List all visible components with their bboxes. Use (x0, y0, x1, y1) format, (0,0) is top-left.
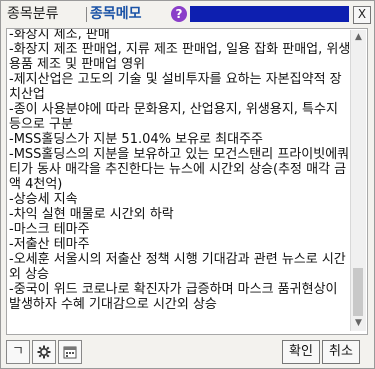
korean-input-button[interactable]: ㄱ (6, 340, 30, 364)
title-bar: 종목분류 종목메모 ? X (3, 3, 372, 25)
help-icon[interactable]: ? (171, 6, 187, 22)
stock-memo-window: 종목분류 종목메모 ? X -화장지 제조, 판매 -화장지 제조 판매업, 지… (0, 0, 375, 369)
bottom-toolbar: ㄱ 확인 취소 (6, 340, 368, 364)
gear-icon[interactable] (32, 340, 56, 364)
close-icon[interactable]: X (353, 6, 371, 24)
memo-textarea[interactable]: -화장지 제조, 판매 -화장지 제조 판매업, 지류 제조 판매업, 일용 잡… (6, 28, 368, 335)
title-highlight-bar (190, 6, 349, 22)
ok-button[interactable]: 확인 (282, 340, 320, 364)
tab-stock-category[interactable]: 종목분류 (3, 5, 63, 23)
vertical-scrollbar[interactable]: ▲ ▼ (350, 30, 366, 331)
tab-stock-memo[interactable]: 종목메모 (86, 5, 146, 23)
cancel-button[interactable]: 취소 (322, 340, 360, 364)
scroll-up-icon[interactable]: ▲ (351, 30, 366, 45)
scroll-down-icon[interactable]: ▼ (351, 316, 366, 331)
scroll-thumb[interactable] (353, 268, 363, 316)
memo-text[interactable]: -화장지 제조, 판매 -화장지 제조 판매업, 지류 제조 판매업, 일용 잡… (9, 29, 351, 312)
calendar-icon[interactable] (58, 340, 82, 364)
